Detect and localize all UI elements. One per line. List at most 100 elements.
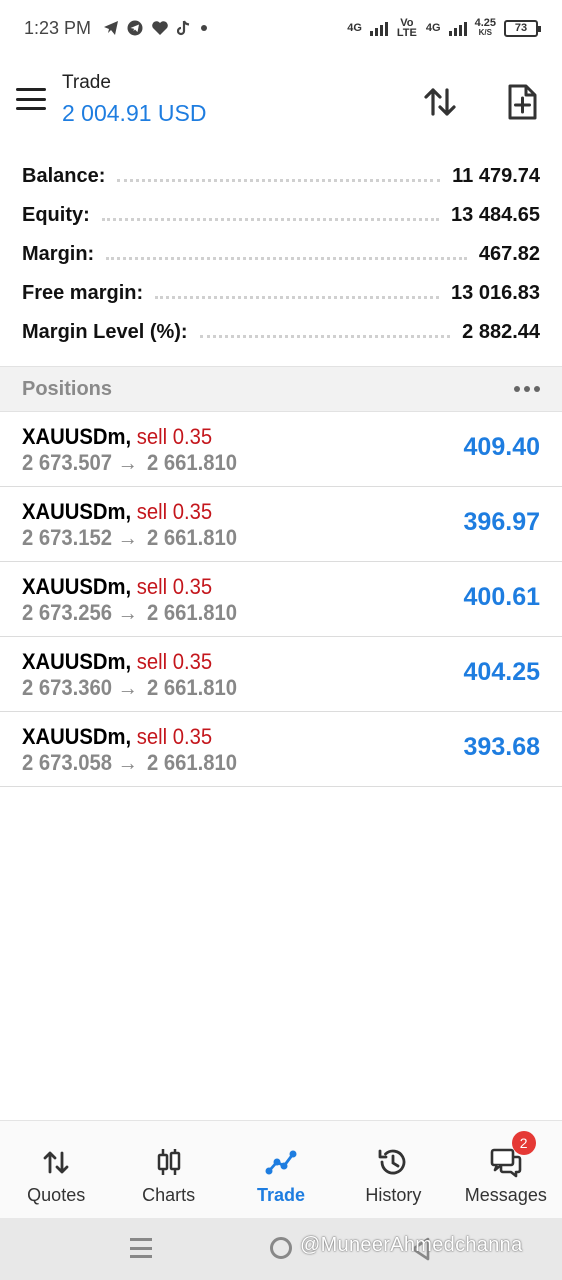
nav-messages[interactable]: 2 Messages bbox=[450, 1121, 562, 1218]
nav-trade[interactable]: Trade bbox=[225, 1121, 337, 1218]
position-prices: 2 673.152 → 2 661.810 bbox=[22, 525, 237, 551]
open-price: 2 673.507 bbox=[22, 450, 113, 475]
open-price: 2 673.256 bbox=[22, 600, 113, 625]
summary-value: 13 484.65 bbox=[451, 204, 540, 226]
battery-icon: 73 bbox=[504, 19, 541, 37]
summary-row-free-margin: Free margin: 13 016.83 bbox=[0, 274, 562, 313]
arrow-icon: → bbox=[117, 525, 138, 550]
position-title: XAUUSDm, sell 0.35 bbox=[22, 574, 212, 600]
dotted-leader bbox=[106, 257, 467, 260]
net-speed-unit: K/S bbox=[478, 28, 492, 37]
position-prices: 2 673.256 → 2 661.810 bbox=[22, 600, 237, 626]
system-nav-bar: @MuneerAhmedchanna bbox=[0, 1218, 562, 1280]
current-price: 2 661.810 bbox=[147, 600, 238, 625]
battery-level: 73 bbox=[514, 22, 528, 34]
nav-label: Messages bbox=[464, 1185, 547, 1205]
dotted-leader bbox=[199, 335, 451, 338]
position-symbol: XAUUSDm, bbox=[22, 649, 132, 674]
position-side: sell 0.35 bbox=[136, 424, 213, 449]
nav-label: Charts bbox=[142, 1185, 196, 1205]
open-price: 2 673.360 bbox=[22, 675, 113, 700]
trade-icon bbox=[265, 1150, 297, 1175]
nav-label: History bbox=[365, 1185, 422, 1205]
notification-icons bbox=[103, 20, 209, 36]
arrow-icon: → bbox=[117, 675, 138, 700]
position-symbol: XAUUSDm, bbox=[22, 499, 132, 524]
position-side: sell 0.35 bbox=[136, 499, 213, 524]
position-row[interactable]: XAUUSDm, sell 0.35 2 673.152 → 2 661.810 3… bbox=[0, 487, 562, 562]
menu-icon[interactable] bbox=[16, 88, 46, 110]
positions-title: Positions bbox=[22, 377, 113, 400]
quotes-icon bbox=[43, 1151, 69, 1174]
telegram-icon bbox=[127, 20, 143, 36]
position-profit: 404.25 bbox=[463, 658, 540, 686]
position-symbol: XAUUSDm, bbox=[22, 574, 132, 599]
nav-quotes[interactable]: Quotes bbox=[0, 1121, 112, 1218]
network-type-2: 4G bbox=[425, 22, 441, 34]
charts-icon bbox=[157, 1149, 180, 1175]
summary-value: 2 882.44 bbox=[462, 321, 540, 343]
new-order-icon[interactable] bbox=[502, 82, 542, 122]
position-row[interactable]: XAUUSDm, sell 0.35 2 673.256 → 2 661.810 4… bbox=[0, 562, 562, 637]
open-price: 2 673.058 bbox=[22, 750, 113, 775]
summary-label: Margin: bbox=[22, 243, 95, 265]
positions-header: Positions bbox=[0, 366, 562, 412]
open-price: 2 673.152 bbox=[22, 525, 113, 550]
positions-list: XAUUSDm, sell 0.35 2 673.507 → 2 661.810 4… bbox=[0, 412, 562, 787]
page-title: Trade bbox=[62, 72, 111, 93]
current-price: 2 661.810 bbox=[147, 525, 238, 550]
sort-icon[interactable] bbox=[420, 82, 460, 122]
account-profit: 2 004.91 USD bbox=[62, 100, 207, 126]
signal-icon bbox=[448, 20, 467, 36]
dotted-leader bbox=[155, 296, 440, 299]
title-block: Trade 2 004.91 USD bbox=[62, 72, 206, 127]
position-row[interactable]: XAUUSDm, sell 0.35 2 673.360 → 2 661.810 4… bbox=[0, 637, 562, 712]
position-row[interactable]: XAUUSDm, sell 0.35 2 673.507 → 2 661.810 4… bbox=[0, 412, 562, 487]
heart-icon bbox=[152, 21, 168, 35]
position-side: sell 0.35 bbox=[136, 649, 213, 674]
dotted-leader bbox=[101, 218, 440, 221]
telegram-icon bbox=[104, 21, 119, 35]
nav-label: Quotes bbox=[27, 1185, 86, 1205]
position-profit: 393.68 bbox=[463, 733, 540, 761]
home-icon[interactable] bbox=[270, 1237, 292, 1259]
position-profit: 409.40 bbox=[463, 433, 540, 461]
current-price: 2 661.810 bbox=[147, 675, 238, 700]
recents-icon[interactable] bbox=[130, 1238, 152, 1258]
nav-history[interactable]: History bbox=[337, 1121, 449, 1218]
volte-label: Vo LTE bbox=[396, 17, 417, 39]
summary-value: 11 479.74 bbox=[452, 165, 540, 187]
dotted-leader bbox=[117, 179, 441, 182]
position-prices: 2 673.058 → 2 661.810 bbox=[22, 750, 237, 776]
account-summary: Balance: 11 479.74 Equity: 13 484.65 Mar… bbox=[0, 157, 562, 352]
position-side: sell 0.35 bbox=[136, 574, 213, 599]
summary-row-margin-level: Margin Level (%): 2 882.44 bbox=[0, 313, 562, 352]
summary-row-equity: Equity: 13 484.65 bbox=[0, 196, 562, 235]
arrow-icon: → bbox=[117, 450, 138, 475]
more-options-icon[interactable] bbox=[514, 380, 540, 398]
position-profit: 396.97 bbox=[463, 508, 540, 536]
watermark-text: @MuneerAhmedchanna bbox=[300, 1234, 523, 1256]
arrow-icon: → bbox=[117, 750, 138, 775]
arrow-icon: → bbox=[117, 600, 138, 625]
summary-row-margin: Margin: 467.82 bbox=[0, 235, 562, 274]
summary-row-balance: Balance: 11 479.74 bbox=[0, 157, 562, 196]
position-prices: 2 673.360 → 2 661.810 bbox=[22, 675, 237, 701]
nav-charts[interactable]: Charts bbox=[112, 1121, 224, 1218]
summary-value: 13 016.83 bbox=[451, 282, 540, 304]
summary-label: Equity: bbox=[22, 204, 90, 226]
status-time: 1:23 PM bbox=[24, 17, 92, 38]
summary-label: Free margin: bbox=[22, 282, 144, 304]
status-right: 4G Vo LTE 4G 4.25 K/S 73 bbox=[347, 17, 541, 39]
position-title: XAUUSDm, sell 0.35 bbox=[22, 424, 212, 450]
position-title: XAUUSDm, sell 0.35 bbox=[22, 649, 212, 675]
network-type: 4G bbox=[347, 22, 362, 34]
position-title: XAUUSDm, sell 0.35 bbox=[22, 724, 212, 750]
summary-value: 467.82 bbox=[478, 243, 540, 265]
position-row[interactable]: XAUUSDm, sell 0.35 2 673.058 → 2 661.810 3… bbox=[0, 712, 562, 787]
current-price: 2 661.810 bbox=[147, 450, 238, 475]
position-profit: 400.61 bbox=[463, 583, 540, 611]
tiktok-icon bbox=[177, 20, 190, 36]
nav-label: Trade bbox=[257, 1185, 306, 1205]
unread-badge: 2 bbox=[511, 1131, 536, 1155]
